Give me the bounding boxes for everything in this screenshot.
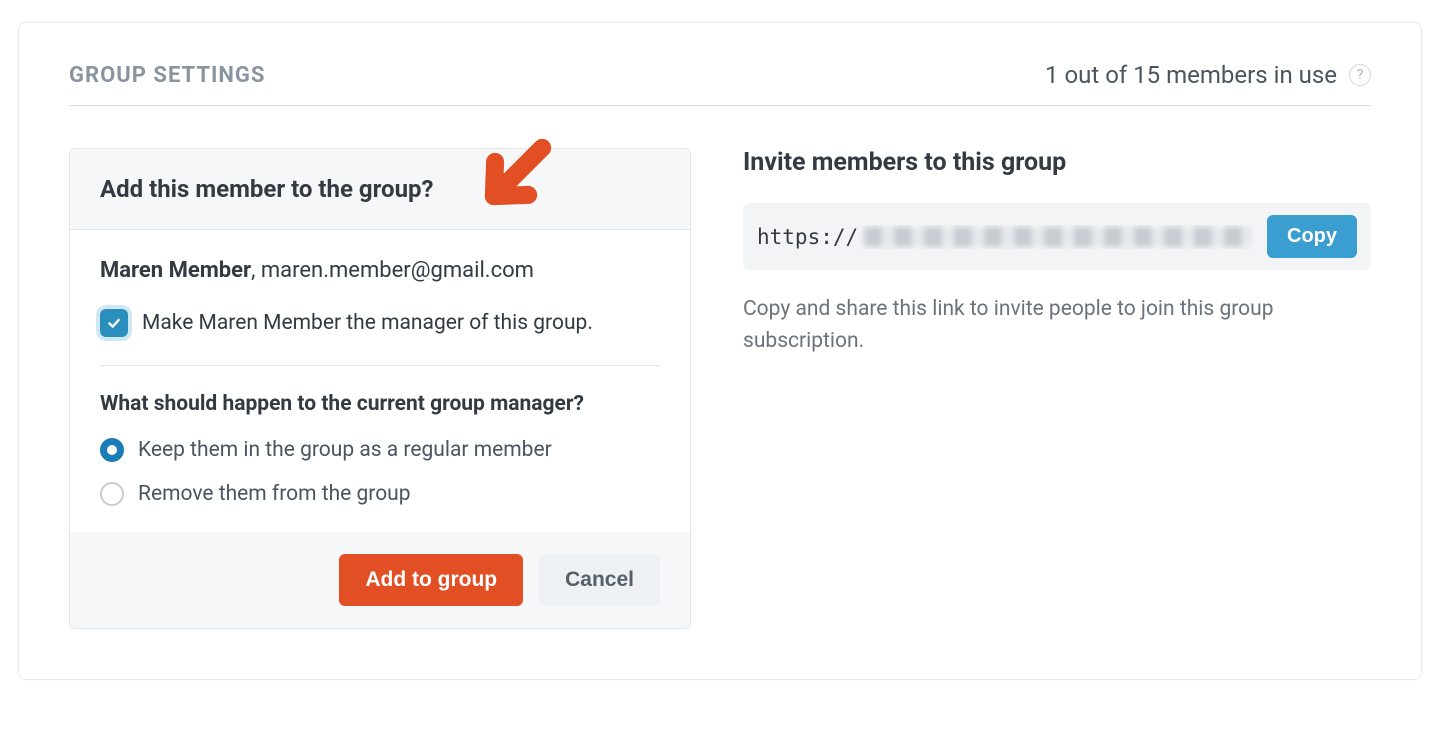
members-usage: 1 out of 15 members in use ? [1045,61,1371,89]
member-sep: , [251,258,261,283]
divider [100,365,660,366]
radio-keep-member-label: Keep them in the group as a regular memb… [138,438,552,462]
radio-remove-member-input[interactable] [100,482,124,506]
radio-keep-member[interactable]: Keep them in the group as a regular memb… [100,438,660,462]
card-body: Maren Member, maren.member@gmail.com Mak… [70,230,690,532]
invite-link-prefix: https:// [757,225,858,249]
member-name: Maren Member [100,258,251,283]
card-header: Add this member to the group? [70,149,690,230]
member-identity: Maren Member, maren.member@gmail.com [100,258,660,283]
check-icon [106,315,122,331]
add-member-card: Add this member to the group? Maren Memb… [69,148,691,629]
card-title: Add this member to the group? [100,175,660,203]
panel-header: GROUP SETTINGS 1 out of 15 members in us… [69,23,1371,106]
copy-button[interactable]: Copy [1267,215,1357,258]
members-usage-text: 1 out of 15 members in use [1045,61,1337,89]
content-row: Add this member to the group? Maren Memb… [69,148,1371,629]
invite-section: Invite members to this group https:// Co… [743,148,1371,357]
cancel-button[interactable]: Cancel [539,554,660,606]
invite-link-text[interactable]: https:// [757,225,1253,249]
make-manager-checkbox[interactable] [100,309,128,337]
section-title: GROUP SETTINGS [69,63,265,88]
radio-remove-member-label: Remove them from the group [138,482,411,506]
group-settings-panel: GROUP SETTINGS 1 out of 15 members in us… [18,22,1422,680]
card-footer: Add to group Cancel [70,532,690,628]
help-icon[interactable]: ? [1349,64,1371,86]
invite-description: Copy and share this link to invite peopl… [743,294,1371,357]
add-to-group-button[interactable]: Add to group [339,554,523,606]
invite-title: Invite members to this group [743,148,1371,177]
radio-remove-member[interactable]: Remove them from the group [100,482,660,506]
invite-link-box: https:// Copy [743,203,1371,270]
member-email: maren.member@gmail.com [261,258,534,283]
make-manager-label: Make Maren Member the manager of this gr… [142,311,593,335]
make-manager-checkbox-row[interactable]: Make Maren Member the manager of this gr… [100,309,660,337]
radio-keep-member-input[interactable] [100,438,124,462]
invite-link-redacted [864,227,1253,247]
manager-question: What should happen to the current group … [100,392,660,416]
